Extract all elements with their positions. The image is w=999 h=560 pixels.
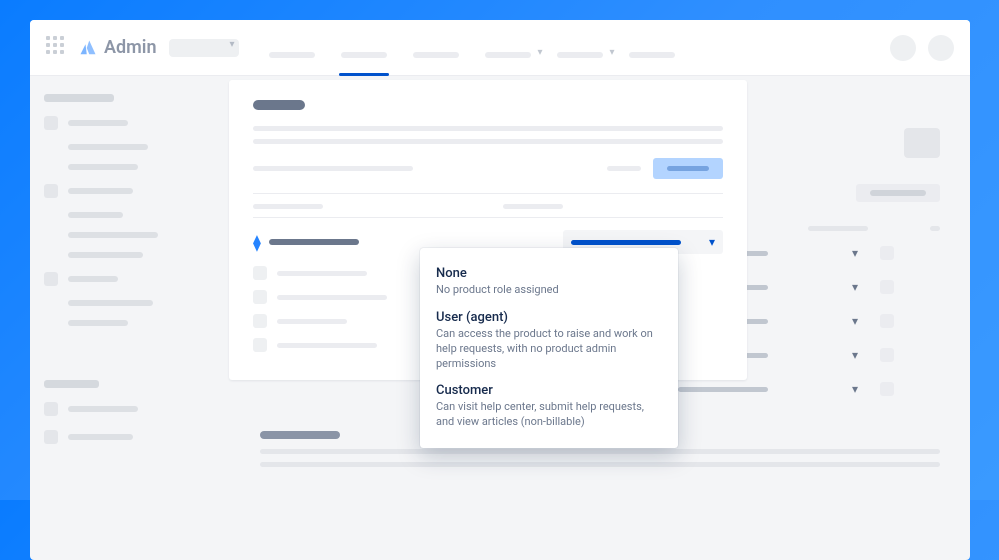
sidebar-heading-2 [44,380,216,388]
row-actions[interactable] [880,246,894,260]
sidebar-subitem[interactable] [68,252,216,258]
nav-tab-5[interactable] [557,52,603,58]
row-actions[interactable] [880,314,894,328]
sidebar-subitem[interactable] [68,300,216,306]
sidebar-subitem[interactable] [68,144,216,150]
bolt-icon: ⧫ [253,233,261,252]
row-actions[interactable] [880,382,894,396]
atlassian-icon [78,38,98,58]
card-desc-line [253,126,723,131]
sidebar-item[interactable] [44,430,216,444]
nav-tab-3[interactable] [413,52,459,58]
nav-tabs [269,38,675,58]
app-switcher-icon[interactable] [46,36,70,60]
role-select[interactable]: ▾ [668,377,868,401]
col-header [930,226,940,231]
card-desc-line [253,139,723,144]
col-label [503,204,563,209]
col-header [808,226,868,231]
main-action-button[interactable] [856,184,940,202]
card-title-placeholder [253,100,305,110]
row-actions[interactable] [880,348,894,362]
sidebar [30,76,230,560]
topbar: Admin [30,20,970,76]
sidebar-item[interactable] [44,402,216,416]
sidebar-subitem[interactable] [68,212,216,218]
role-option-user-agent[interactable]: User (agent) Can access the product to r… [434,304,664,378]
nav-tab-4[interactable] [485,52,531,58]
role-dropdown-menu: None No product role assigned User (agen… [420,248,678,448]
sidebar-heading-1 [44,94,216,102]
sidebar-item[interactable] [44,184,216,198]
divider [253,217,723,218]
brand-text: Admin [104,37,157,58]
help-button[interactable] [890,35,916,61]
row-actions[interactable] [880,280,894,294]
nav-tab-1[interactable] [269,52,315,58]
org-switcher[interactable] [169,39,239,57]
avatar[interactable] [928,35,954,61]
sidebar-subitem[interactable] [68,164,216,170]
card-primary-button[interactable] [653,158,723,179]
sidebar-item[interactable] [44,272,216,286]
brand-logo[interactable]: Admin [78,37,157,58]
nav-tab-active[interactable] [341,52,387,58]
card-subheader [253,166,413,171]
placeholder-line [260,462,940,467]
role-option-customer[interactable]: Customer Can visit help center, submit h… [434,377,664,436]
sidebar-item[interactable] [44,116,216,130]
section-heading [260,431,340,439]
divider [253,193,723,194]
sidebar-subitem[interactable] [68,320,216,326]
role-option-none[interactable]: None No product role assigned [434,260,664,304]
card-label [607,166,641,171]
nav-tab-6[interactable] [629,52,675,58]
col-label [253,204,323,209]
main-icon-placeholder [904,128,940,158]
sidebar-subitem[interactable] [68,232,216,238]
placeholder-line [260,449,940,454]
product-name-placeholder [269,239,359,245]
